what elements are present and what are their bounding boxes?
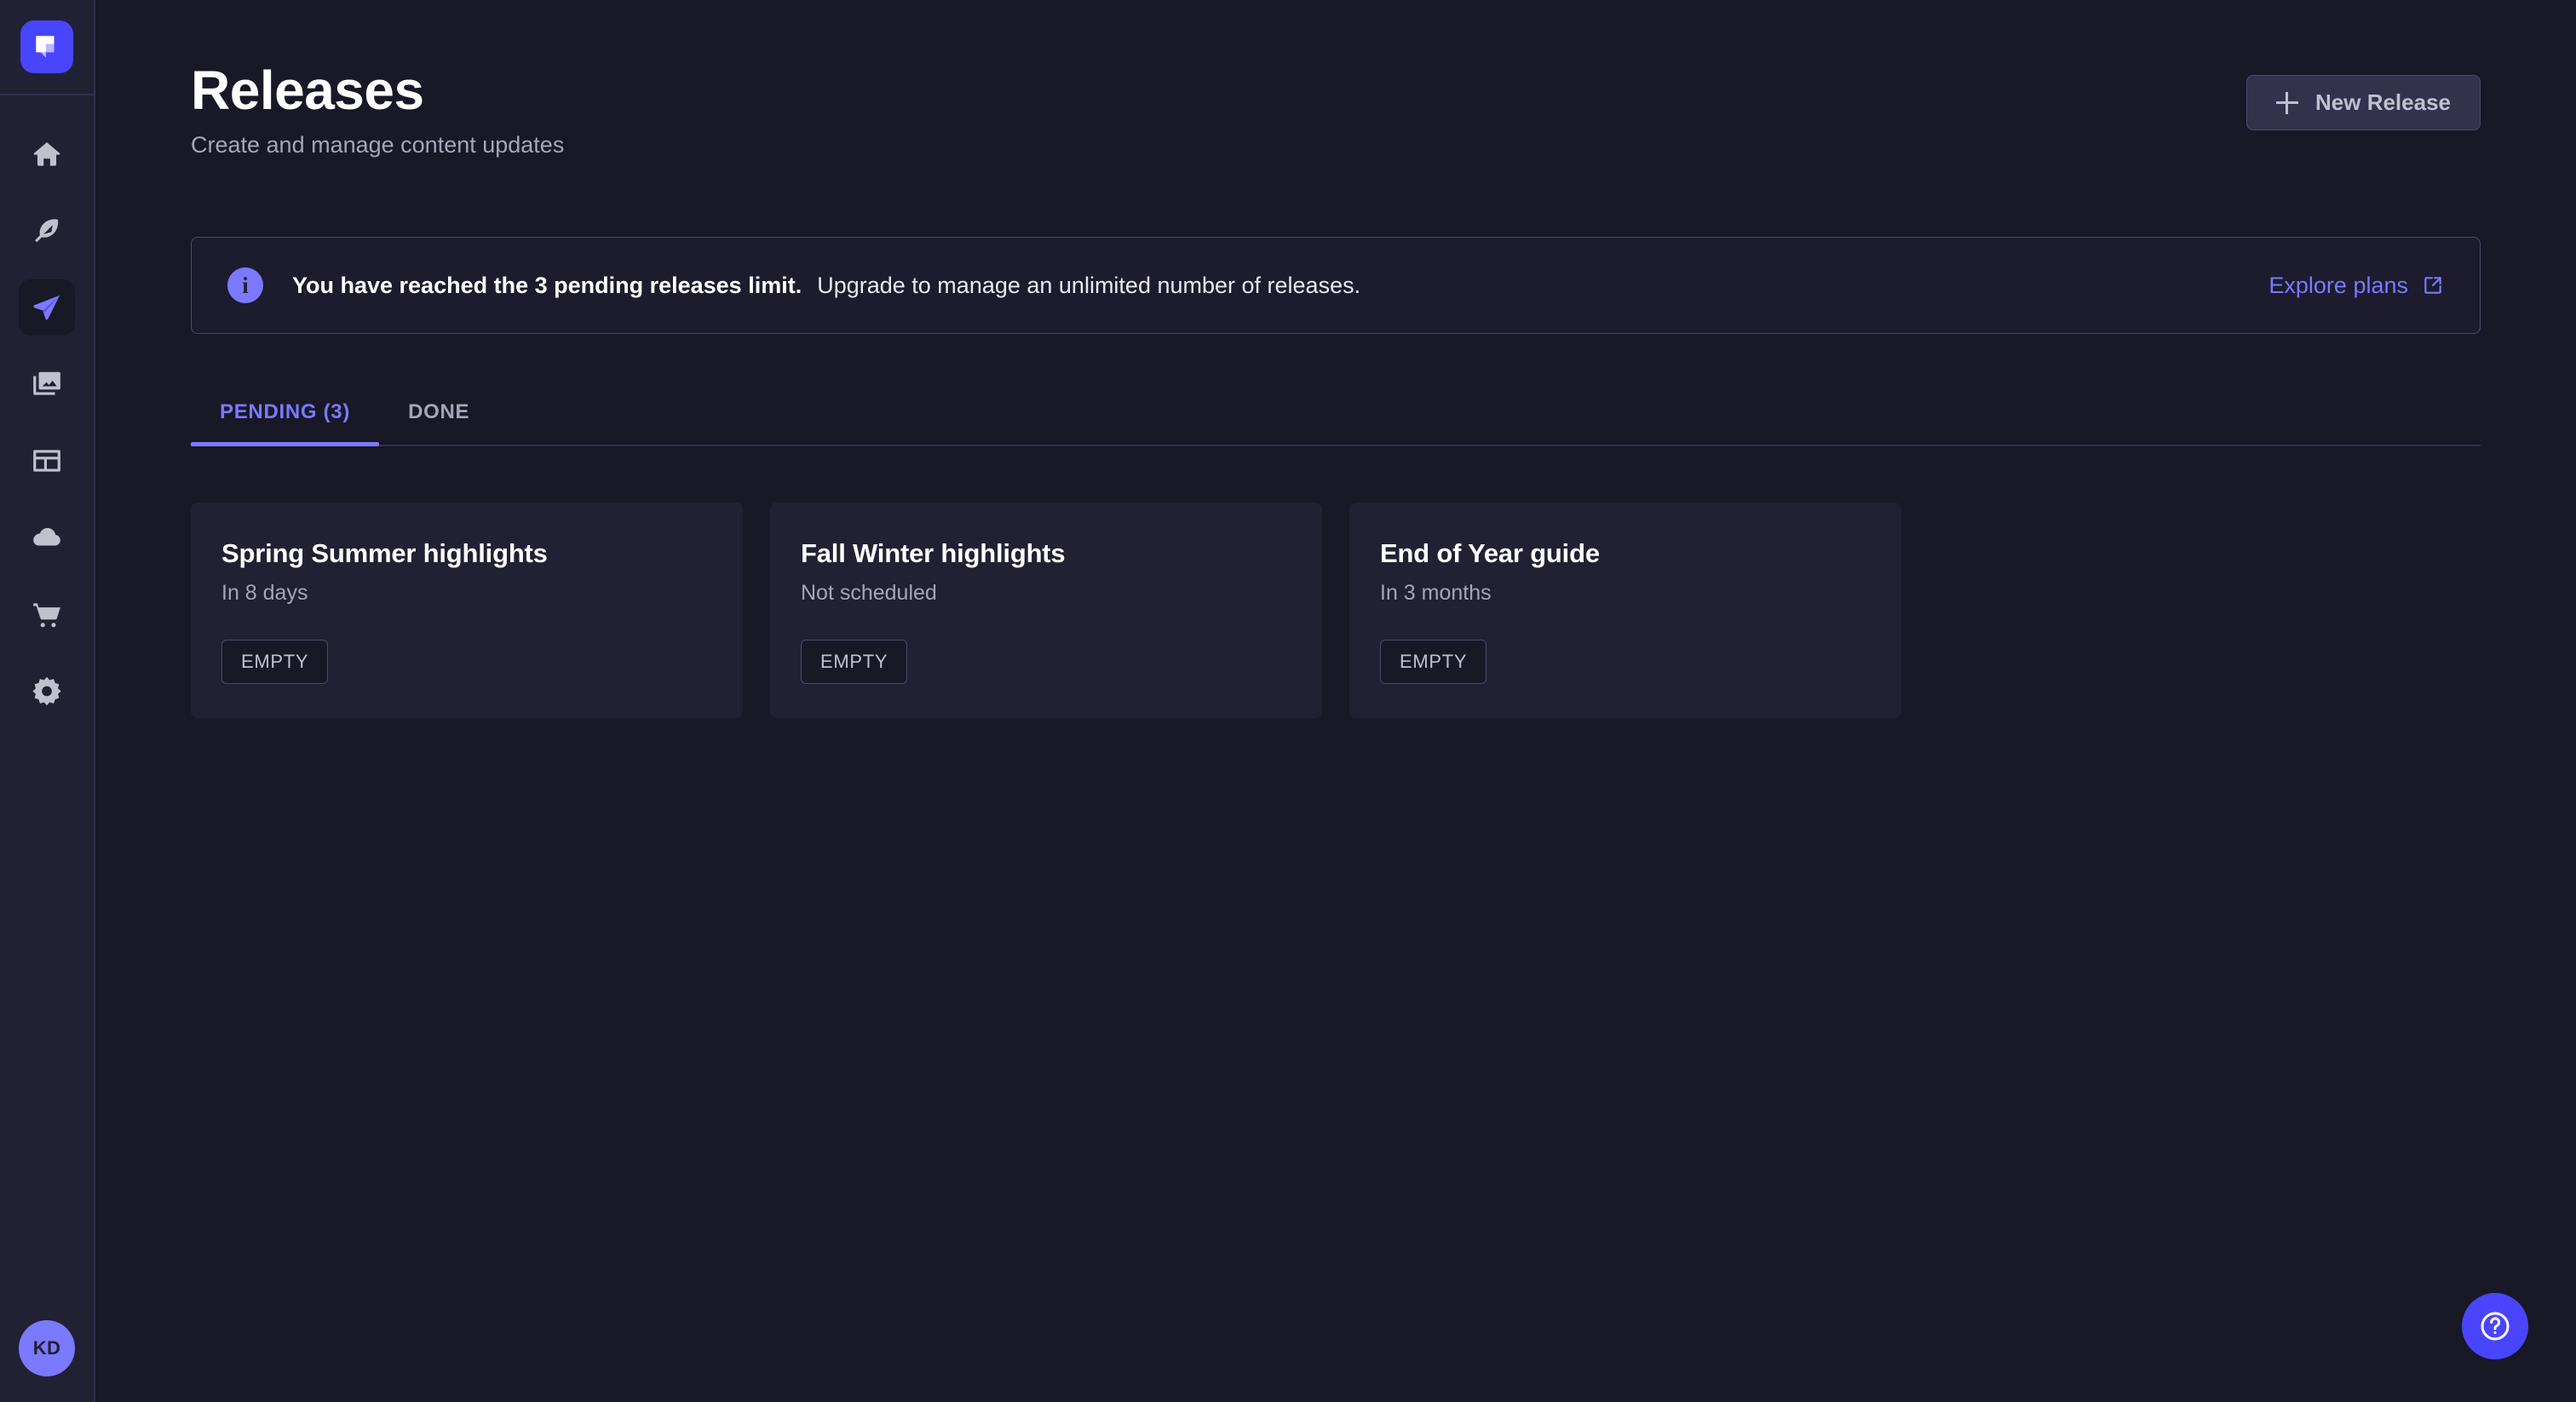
page-subtitle: Create and manage content updates — [191, 132, 564, 158]
release-card-schedule: Not scheduled — [801, 581, 1291, 606]
info-icon: i — [227, 267, 263, 303]
tab-pending[interactable]: PENDING (3) — [191, 385, 379, 445]
release-tabs: PENDING (3) DONE — [191, 385, 2481, 446]
release-card-list: Spring Summer highlights In 8 days EMPTY… — [191, 503, 2481, 718]
sidebar-nav — [19, 126, 75, 719]
sidebar-footer: KD — [0, 1320, 94, 1376]
paper-plane-icon — [31, 291, 63, 324]
app-root: KD Releases Create and manage content up… — [0, 0, 2576, 1402]
gear-icon — [31, 675, 63, 707]
release-card-title: Spring Summer highlights — [221, 538, 712, 569]
status-badge: EMPTY — [801, 640, 907, 684]
explore-plans-link[interactable]: Explore plans — [2268, 273, 2444, 299]
page-title: Releases — [191, 61, 564, 120]
question-mark-icon — [2478, 1309, 2512, 1343]
strapi-logo[interactable] — [20, 20, 73, 73]
sidebar-logo-container — [0, 0, 94, 95]
tab-done[interactable]: DONE — [379, 385, 498, 445]
release-card-schedule: In 8 days — [221, 581, 712, 606]
banner-normal-text: Upgrade to manage an unlimited number of… — [817, 273, 1360, 299]
release-card-title: Fall Winter highlights — [801, 538, 1291, 569]
strapi-logo-glyph — [32, 32, 61, 61]
external-link-icon — [2422, 274, 2444, 296]
new-release-button-label: New Release — [2315, 89, 2451, 116]
cart-icon — [31, 598, 63, 630]
release-card[interactable]: Fall Winter highlights Not scheduled EMP… — [770, 503, 1322, 718]
release-card-title: End of Year guide — [1380, 538, 1871, 569]
page-header-text: Releases Create and manage content updat… — [191, 61, 564, 158]
sidebar-item-settings[interactable] — [19, 663, 75, 719]
sidebar-item-content-types[interactable] — [19, 433, 75, 489]
pending-limit-banner: i You have reached the 3 pending release… — [191, 237, 2481, 334]
images-icon — [31, 368, 63, 400]
sidebar-item-home[interactable] — [19, 126, 75, 182]
sidebar-item-media-library[interactable] — [19, 356, 75, 412]
sidebar-item-cloud[interactable] — [19, 509, 75, 566]
status-badge: EMPTY — [1380, 640, 1486, 684]
banner-strong-text: You have reached the 3 pending releases … — [292, 273, 802, 299]
plus-icon — [2276, 92, 2298, 114]
banner-text: You have reached the 3 pending releases … — [292, 273, 1360, 299]
release-card[interactable]: End of Year guide In 3 months EMPTY — [1349, 503, 1901, 718]
layout-icon — [31, 445, 63, 477]
explore-plans-label: Explore plans — [2268, 273, 2408, 299]
new-release-button[interactable]: New Release — [2246, 75, 2481, 130]
help-button[interactable] — [2462, 1293, 2528, 1359]
sidebar-item-releases[interactable] — [19, 279, 75, 336]
sidebar: KD — [0, 0, 95, 1402]
main-content: Releases Create and manage content updat… — [95, 0, 2576, 1402]
page-header: Releases Create and manage content updat… — [191, 0, 2481, 158]
release-card-schedule: In 3 months — [1380, 581, 1871, 606]
avatar[interactable]: KD — [19, 1320, 75, 1376]
release-card[interactable]: Spring Summer highlights In 8 days EMPTY — [191, 503, 743, 718]
home-icon — [31, 138, 63, 170]
feather-icon — [31, 215, 63, 247]
status-badge: EMPTY — [221, 640, 328, 684]
sidebar-item-content-manager[interactable] — [19, 203, 75, 259]
cloud-icon — [31, 521, 63, 554]
sidebar-item-marketplace[interactable] — [19, 586, 75, 642]
